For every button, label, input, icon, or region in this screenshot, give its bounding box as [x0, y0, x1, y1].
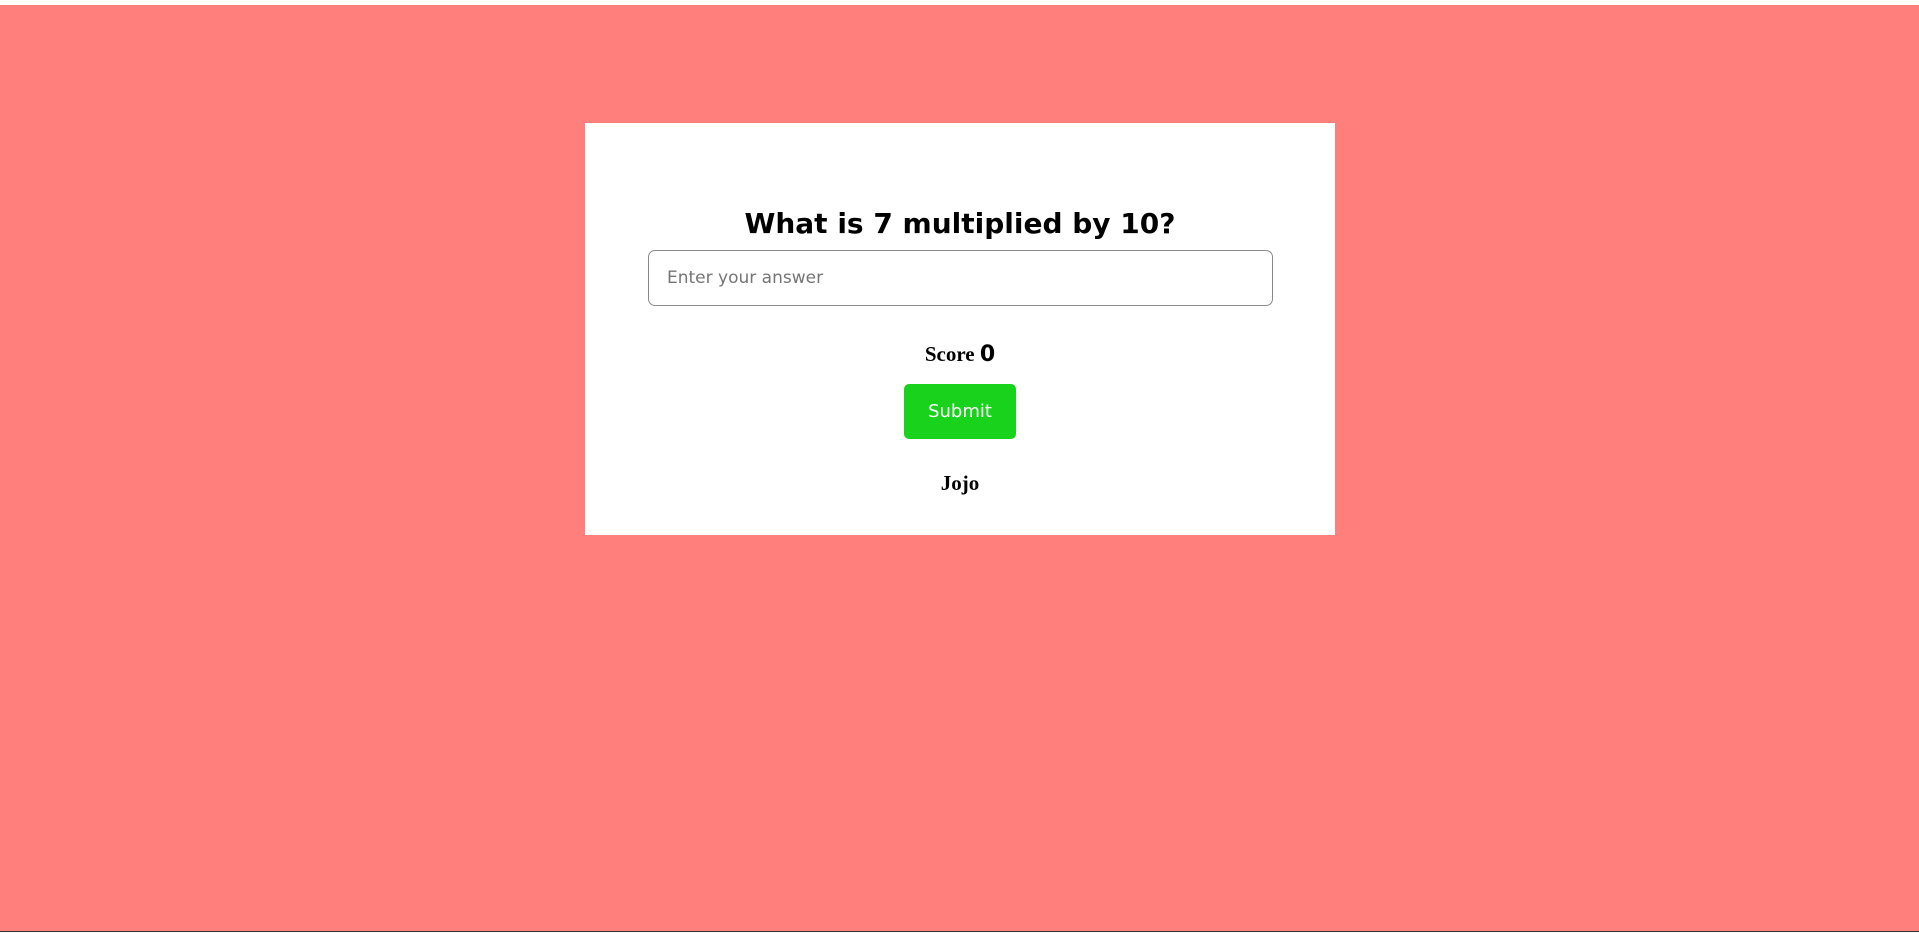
answer-input[interactable]: [648, 250, 1273, 306]
submit-button[interactable]: Submit: [904, 384, 1016, 439]
score-value: 0: [979, 342, 996, 367]
quiz-card: What is 7 multiplied by 10? Score 0 Subm…: [585, 123, 1335, 535]
question-heading: What is 7 multiplied by 10?: [744, 207, 1176, 240]
player-name: Jojo: [940, 471, 980, 495]
page-background: What is 7 multiplied by 10? Score 0 Subm…: [0, 5, 1919, 932]
score-display: Score 0: [585, 330, 1335, 378]
score-label: Score: [924, 342, 975, 366]
